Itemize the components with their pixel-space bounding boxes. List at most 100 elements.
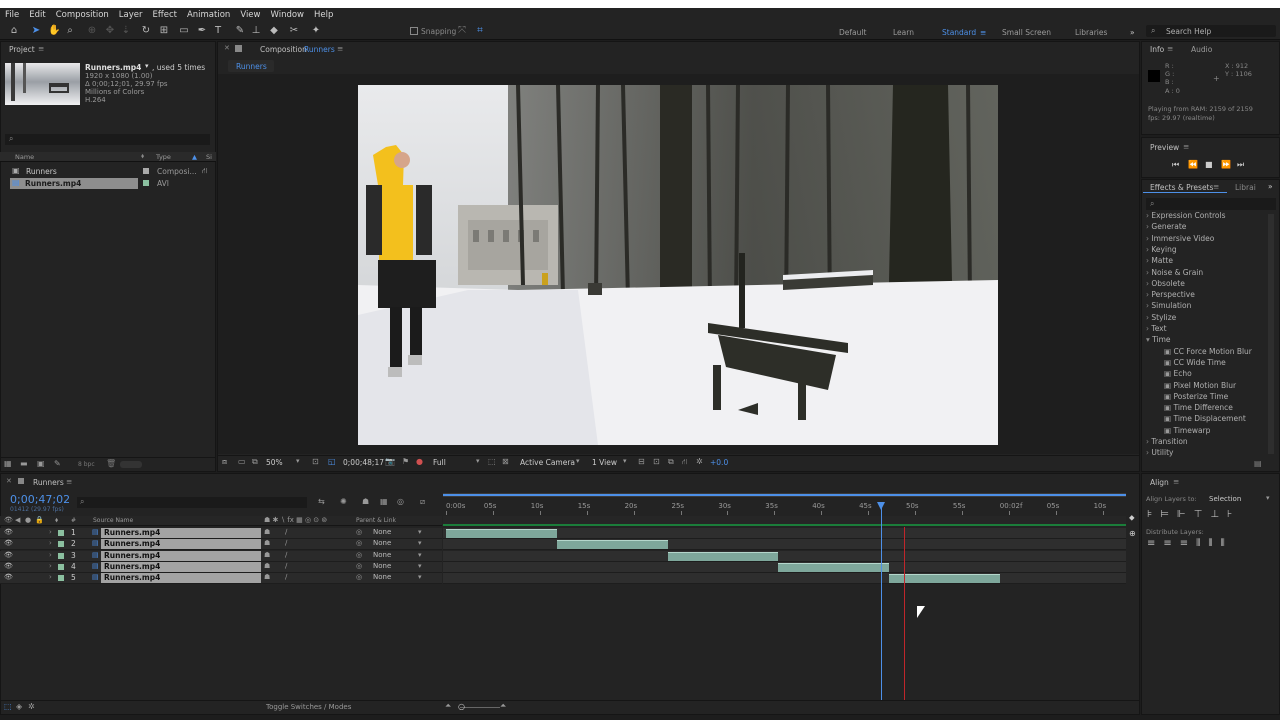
snapping-checkbox[interactable] — [410, 27, 418, 35]
layer-row[interactable]: 👁 › 3 ▤ Runners.mp4 ☗ ∕ ◎ None ▾ — [0, 550, 442, 562]
dolly-tool-icon[interactable]: ⇣ — [120, 25, 132, 37]
menu-window[interactable]: Window — [265, 10, 309, 20]
new-comp-icon[interactable]: ▣ — [37, 459, 45, 468]
align-menu-icon[interactable]: ≡ — [1173, 477, 1179, 486]
work-area-range[interactable] — [443, 494, 1126, 496]
eye-icon[interactable]: 👁 — [4, 528, 13, 536]
lock-icon[interactable] — [235, 45, 242, 52]
workspace-standard[interactable]: Standard — [942, 28, 976, 37]
menu-edit[interactable]: Edit — [24, 10, 50, 20]
eye-icon[interactable]: 👁 — [4, 562, 13, 570]
layer-duration-bar[interactable] — [889, 574, 1000, 584]
composition-tab-name[interactable]: Runners — [304, 45, 335, 54]
chevron-down-icon[interactable]: ▾ — [576, 457, 580, 465]
layer-name-cell[interactable]: Runners.mp4 — [101, 539, 261, 550]
exposure-reset-icon[interactable]: ✲ — [696, 457, 703, 466]
workspace-libraries[interactable]: Libraries — [1075, 28, 1107, 37]
chevron-down-icon[interactable]: ▾ — [476, 457, 480, 465]
workspace-small-screen[interactable]: Small Screen — [1002, 28, 1051, 37]
effects-scrollbar[interactable] — [1268, 214, 1274, 454]
comp-button-icon[interactable]: ⊕ — [1129, 529, 1136, 538]
graph-editor-icon[interactable]: ⧄ — [420, 497, 425, 507]
label-swatch[interactable] — [143, 168, 149, 174]
pickwhip-icon[interactable]: ◎ — [356, 539, 362, 547]
effects-item[interactable]: ▣ CC Force Motion Blur — [1164, 347, 1252, 356]
label-swatch[interactable] — [58, 575, 64, 582]
chevron-down-icon[interactable]: ▾ — [418, 539, 422, 547]
label-swatch[interactable] — [58, 530, 64, 536]
quality-switch-icon[interactable]: ∕ — [285, 539, 287, 547]
thumb-dropdown-icon[interactable]: ▾ — [145, 62, 149, 70]
pen-tool-icon[interactable]: ✒ — [196, 25, 208, 37]
mask-visibility-icon[interactable]: ◱ — [328, 457, 336, 466]
effects-item[interactable]: › Text — [1146, 324, 1167, 333]
more-workspaces-icon[interactable]: » — [1130, 28, 1135, 37]
pan-tool-icon[interactable]: ✥ — [104, 25, 116, 37]
project-search-input[interactable]: ⌕ — [5, 134, 210, 145]
chevron-down-icon[interactable]: ▾ — [418, 562, 422, 570]
view-layout-dropdown[interactable]: 1 View — [592, 458, 617, 467]
effects-item[interactable]: ▾ Time — [1146, 335, 1171, 344]
effects-item[interactable]: › Utility — [1146, 448, 1173, 457]
parent-dropdown[interactable]: None — [373, 573, 391, 581]
zoom-slider-handle[interactable]: ⬥ — [1129, 513, 1135, 523]
zoom-in-icon[interactable]: ⏶ — [500, 701, 506, 711]
layer-duration-bar[interactable] — [667, 551, 779, 561]
effects-item[interactable]: ▣ Pixel Motion Blur — [1164, 381, 1236, 390]
quality-switch-icon[interactable]: ∕ — [285, 528, 287, 536]
last-frame-icon[interactable]: ⏭ — [1237, 160, 1244, 170]
transfer-controls-icon[interactable]: ◈ — [16, 702, 22, 711]
label-swatch[interactable] — [58, 552, 64, 559]
label-swatch[interactable] — [58, 541, 64, 548]
effects-item[interactable]: ▣ Timewarp — [1164, 426, 1210, 435]
effects-item[interactable]: › Keying — [1146, 245, 1177, 254]
effects-item[interactable]: › Simulation — [1146, 301, 1191, 310]
menu-file[interactable]: File — [0, 10, 24, 20]
playhead-handle[interactable] — [876, 502, 885, 510]
chevron-down-icon[interactable]: ▾ — [418, 528, 422, 536]
pickwhip-icon[interactable]: ◎ — [356, 551, 362, 559]
effects-item[interactable]: › Transition — [1146, 437, 1188, 446]
parent-dropdown[interactable]: None — [373, 528, 391, 536]
shy-switch-icon[interactable]: ☗ — [264, 528, 270, 536]
thumbnail-slider[interactable] — [120, 461, 142, 468]
col-parent[interactable]: Parent & Link — [356, 517, 396, 524]
close-icon[interactable]: ✕ — [224, 44, 230, 52]
fast-previews-icon[interactable]: ⊡ — [653, 457, 660, 466]
toggle-pixel-aspect-icon[interactable]: ⊟ — [638, 457, 645, 466]
layer-switches-icon[interactable]: ⬚ — [4, 702, 12, 711]
workspace-default[interactable]: Default — [839, 28, 866, 37]
current-time-readout[interactable]: 0;00;48;17 — [343, 458, 384, 467]
eraser-tool-icon[interactable]: ◆ — [268, 25, 280, 37]
snapshot-icon[interactable]: ⧈ — [222, 457, 227, 467]
snap-grid-icon[interactable]: ⌗ — [474, 25, 486, 37]
rectangle-tool-icon[interactable]: ▭ — [178, 25, 190, 37]
eye-icon[interactable]: 👁 — [4, 539, 13, 547]
shy-switch-icon[interactable]: ☗ — [264, 573, 270, 581]
expand-arrow-icon[interactable]: › — [49, 573, 52, 581]
eye-icon[interactable]: 👁 — [4, 551, 13, 559]
proxy-icon[interactable]: ▭ — [238, 457, 246, 466]
menu-help[interactable]: Help — [309, 10, 338, 20]
effects-item[interactable]: ▣ Time Displacement — [1164, 414, 1246, 423]
info-menu-icon[interactable]: ≡ — [1167, 44, 1173, 53]
expand-arrow-icon[interactable]: › — [49, 551, 52, 559]
orbit-tool-icon[interactable]: ⊕ — [86, 25, 98, 37]
quality-switch-icon[interactable]: ∕ — [285, 551, 287, 559]
shy-switch-icon[interactable]: ☗ — [264, 562, 270, 570]
next-frame-icon[interactable]: ⏩ — [1221, 160, 1231, 169]
new-preset-icon[interactable]: ▤ — [1254, 459, 1262, 468]
timeline-menu-icon[interactable]: ≡ — [66, 477, 72, 486]
snap-icon[interactable]: ⤧ — [456, 25, 468, 37]
brush-tool-icon[interactable]: ✎ — [234, 25, 246, 37]
home-icon[interactable]: ⌂ — [8, 25, 20, 37]
shy-layers-icon[interactable]: ☗ — [362, 497, 369, 506]
effects-item[interactable]: ▣ Time Difference — [1164, 403, 1233, 412]
timeline-search-input[interactable]: ⌕ — [77, 497, 307, 508]
expand-arrow-icon[interactable]: › — [49, 539, 52, 547]
timeline-icon[interactable]: ⧉ — [668, 457, 674, 467]
new-folder-icon[interactable]: ▬ — [20, 459, 28, 468]
menu-composition[interactable]: Composition — [51, 10, 114, 20]
audio-tab[interactable]: Audio — [1191, 45, 1212, 54]
close-icon[interactable]: ✕ — [6, 477, 12, 485]
